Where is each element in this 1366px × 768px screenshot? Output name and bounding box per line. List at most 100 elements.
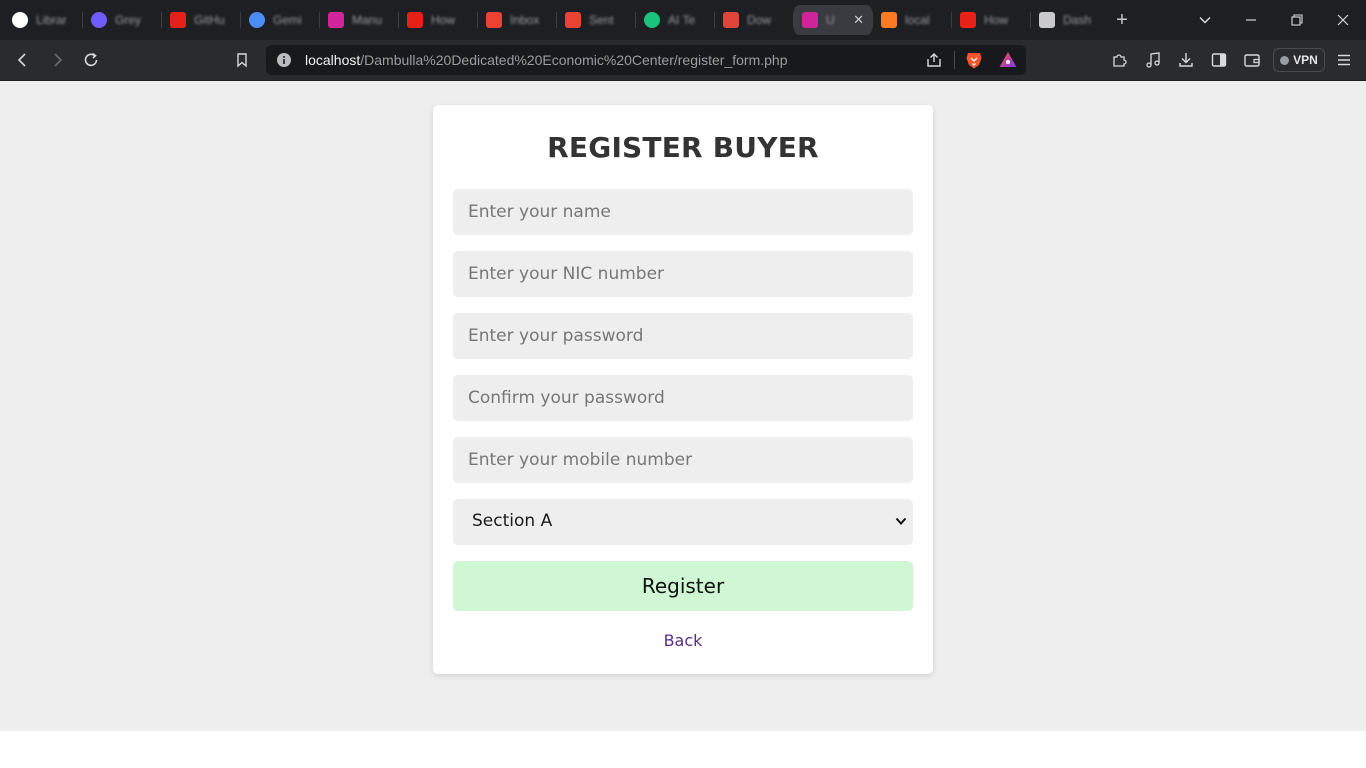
youtube-icon: [170, 12, 186, 28]
tab-title: Dow: [747, 13, 772, 27]
tab-title: AI Te: [668, 13, 696, 27]
browser-tab[interactable]: Dash: [1031, 5, 1109, 35]
section-select[interactable]: Section A: [453, 499, 913, 545]
info-icon: [277, 53, 291, 67]
sidebar-icon: [1211, 53, 1227, 67]
xampp-icon: [881, 12, 897, 28]
browser-tab[interactable]: local: [873, 5, 951, 35]
close-icon: [1337, 14, 1349, 26]
arrow-left-icon: [17, 53, 26, 67]
gmail-icon: [565, 12, 581, 28]
tab-title: Gemi: [273, 13, 302, 27]
gmail-icon: [486, 12, 502, 28]
minimize-icon: [1246, 19, 1256, 21]
tab-title: How: [431, 13, 456, 27]
brave-rewards-button[interactable]: [996, 48, 1020, 72]
close-window-button[interactable]: [1320, 0, 1366, 40]
register-button[interactable]: Register: [453, 561, 913, 611]
chevron-down-icon: [1199, 16, 1211, 24]
mobile-input[interactable]: [453, 437, 913, 483]
browser-tab[interactable]: GitHu: [162, 5, 240, 35]
browser-tab[interactable]: AI Te: [636, 5, 714, 35]
browser-tab[interactable]: Inbox: [478, 5, 556, 35]
github-icon: [12, 12, 28, 28]
nic-input[interactable]: [453, 251, 913, 297]
brave-shields-button[interactable]: [962, 48, 986, 72]
back-nav-button[interactable]: [11, 48, 35, 72]
bookmark-button[interactable]: [230, 48, 254, 72]
tab-title: Sent: [589, 13, 614, 27]
form-title: REGISTER BUYER: [547, 131, 819, 164]
page-background: REGISTER BUYER Section A Register Back: [0, 81, 1366, 731]
youtube-icon: [407, 12, 423, 28]
chevron-down-icon: [895, 517, 907, 525]
puzzle-icon: [1113, 54, 1127, 67]
music-note-icon: [1146, 52, 1160, 68]
arrow-right-icon: [54, 53, 63, 67]
tab-title: local: [905, 13, 930, 27]
tab-search-button[interactable]: [1182, 0, 1228, 40]
tab-bar: Librar Grey GitHu Gemi Manu How Inbox Sent AI Te…: [0, 0, 1366, 40]
browser-tab[interactable]: U ✕: [794, 5, 872, 35]
tab-title: GitHu: [194, 13, 225, 27]
browser-tab[interactable]: How: [399, 5, 477, 35]
vpn-button[interactable]: VPN: [1273, 48, 1325, 72]
youtube-icon: [960, 12, 976, 28]
section-select-value: Section A: [472, 511, 553, 531]
password-input[interactable]: [453, 313, 913, 359]
tab-title: Grey: [115, 13, 142, 27]
site-info-button[interactable]: [272, 48, 296, 72]
hamburger-menu-icon: [1338, 54, 1350, 66]
url-text: localhost/Dambulla%20Dedicated%20Economi…: [305, 52, 788, 68]
wallet-icon: [1244, 54, 1260, 67]
tab-title: Manu: [352, 13, 383, 27]
app-icon: [1039, 12, 1055, 28]
tab-title: Librar: [36, 13, 67, 27]
browser-tab[interactable]: Gemi: [241, 5, 319, 35]
browser-tab[interactable]: Manu: [320, 5, 398, 35]
tab-title: How: [984, 13, 1009, 27]
new-tab-button[interactable]: +: [1111, 9, 1133, 31]
tab-title: Dash: [1063, 13, 1092, 27]
chatgpt-icon: [644, 12, 660, 28]
brave-lion-icon: [966, 53, 982, 69]
minimize-button[interactable]: [1228, 0, 1274, 40]
confirm-password-input[interactable]: [453, 375, 913, 421]
browser-toolbar: localhost/Dambulla%20Dedicated%20Economi…: [0, 40, 1366, 81]
browser-tab[interactable]: Librar: [4, 5, 82, 35]
wallet-button[interactable]: [1240, 48, 1264, 72]
restore-button[interactable]: [1274, 0, 1320, 40]
app-icon: [328, 12, 344, 28]
share-icon: [927, 53, 941, 67]
browser-tab[interactable]: How: [952, 5, 1030, 35]
address-bar[interactable]: localhost/Dambulla%20Dedicated%20Economi…: [266, 45, 1026, 75]
vpn-label: VPN: [1293, 53, 1318, 67]
browser-tab[interactable]: Sent: [557, 5, 635, 35]
register-form-card: REGISTER BUYER Section A Register Back: [433, 105, 933, 674]
reload-icon: [84, 52, 98, 67]
restore-icon: [1291, 14, 1303, 26]
main-menu-button[interactable]: [1332, 48, 1356, 72]
browser-tab[interactable]: Dow: [715, 5, 793, 35]
toolbar-divider: [954, 51, 955, 69]
forward-nav-button[interactable]: [45, 48, 69, 72]
sidebar-button[interactable]: [1207, 48, 1231, 72]
app-icon: [723, 12, 739, 28]
tab-title: Inbox: [510, 13, 540, 27]
browser-tab[interactable]: Grey: [83, 5, 161, 35]
rewards-triangle-icon: [999, 52, 1017, 67]
globe-icon: [91, 12, 107, 28]
bookmark-icon: [237, 53, 247, 68]
media-button[interactable]: [1141, 48, 1165, 72]
extensions-button[interactable]: [1108, 48, 1132, 72]
url-path: /Dambulla%20Dedicated%20Economic%20Cente…: [360, 52, 788, 68]
reload-button[interactable]: [79, 48, 103, 72]
downloads-button[interactable]: [1174, 48, 1198, 72]
name-input[interactable]: [453, 189, 913, 235]
vpn-status-icon: [1280, 55, 1290, 65]
app-icon: [802, 12, 818, 28]
url-host: localhost: [305, 52, 361, 68]
back-link[interactable]: Back: [433, 631, 933, 650]
close-tab-icon[interactable]: ✕: [853, 12, 864, 28]
share-button[interactable]: [922, 48, 946, 72]
